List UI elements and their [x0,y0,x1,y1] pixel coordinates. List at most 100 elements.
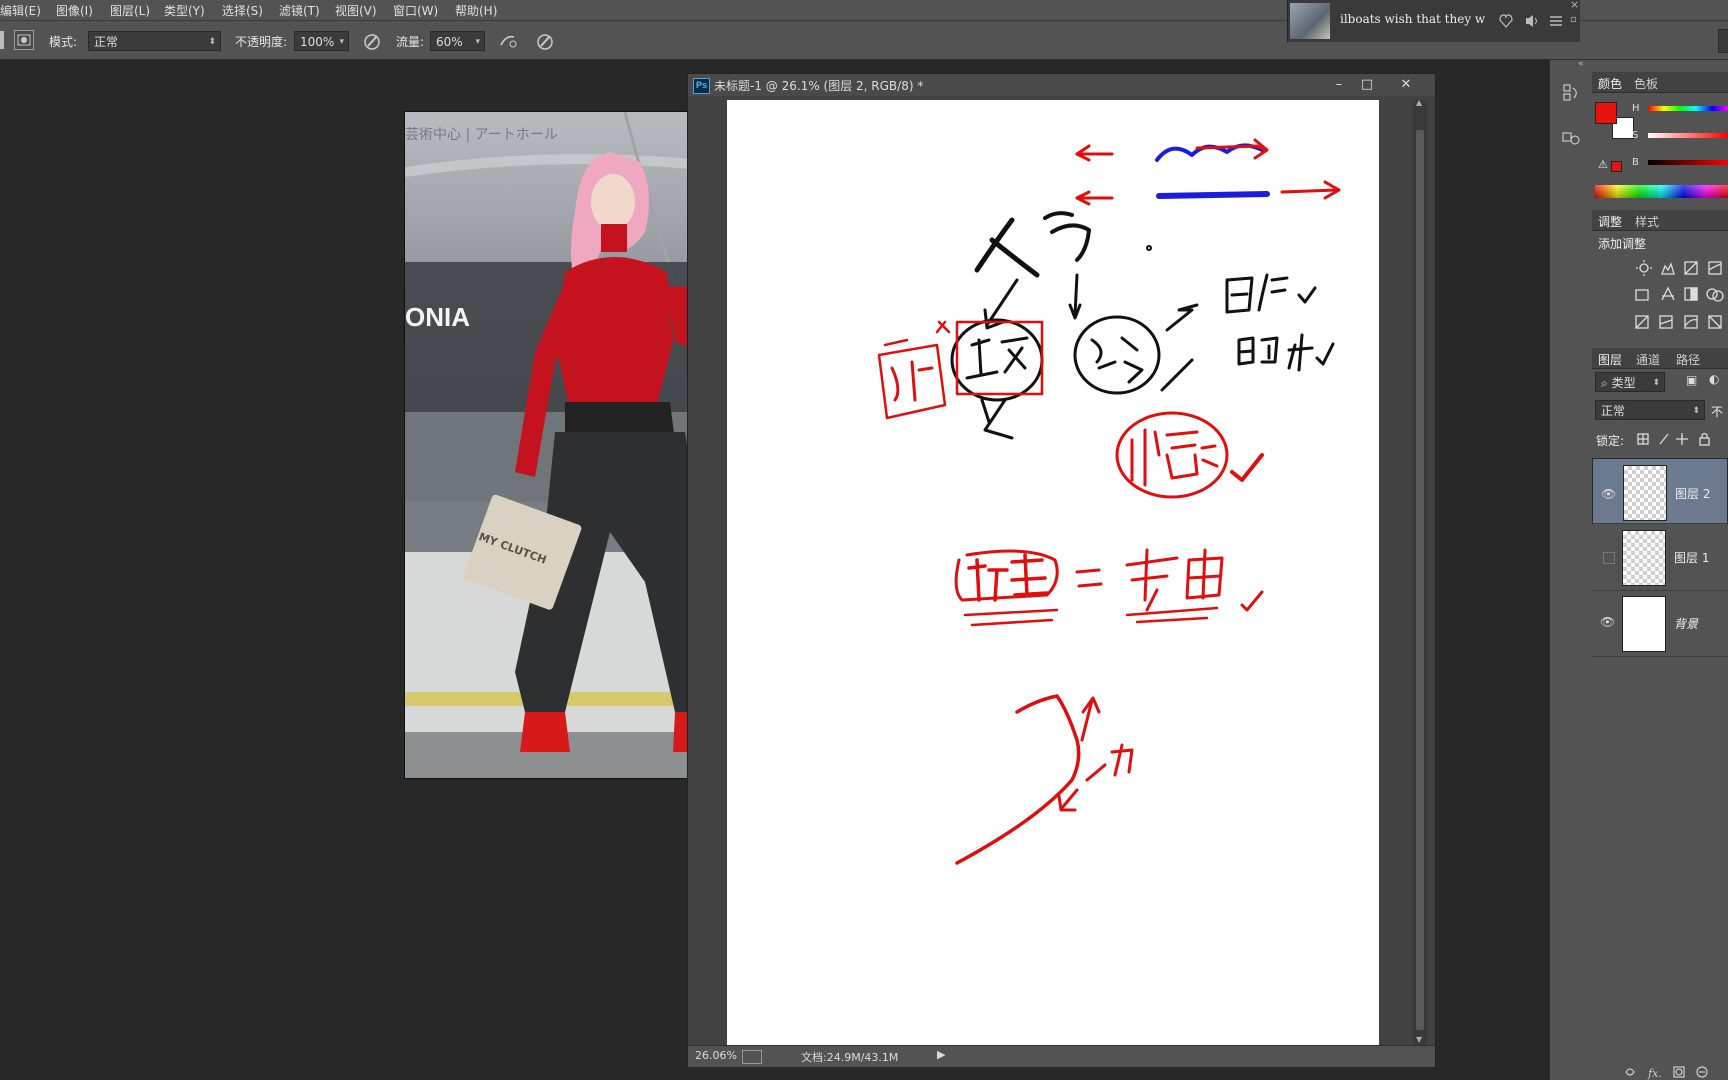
document-window: Ps 未标题-1 @ 26.1% (图层 2, RGB/8) * – □ ✕ ▲… [687,73,1436,1067]
player-controls [1499,14,1562,28]
adjustments-panel-tabs: 调整 样式 [1592,210,1728,231]
workspace-switcher[interactable] [1718,29,1728,53]
layer-name: 背景 [1674,617,1699,631]
pixel-filter-icon[interactable]: ▣ [1686,373,1697,387]
brightness-label: B [1632,157,1639,168]
building-sign-text: 芸術中心 | アートホール [405,127,558,143]
pressure-size-icon[interactable] [535,31,555,51]
visibility-toggle-off[interactable] [1603,552,1615,564]
opacity-value: 100% [300,35,335,49]
menu-layer[interactable]: 图层(L) [110,2,150,19]
mode-value: 正常 [94,35,119,49]
status-menu-arrow-icon[interactable]: ▶ [937,1048,945,1061]
dropdown-arrow-icon: ▾ [475,37,480,47]
layer-thumbnail [1622,530,1666,586]
adjustment-filter-icon[interactable]: ◐ [1709,372,1719,386]
foreground-color-swatch[interactable] [1595,102,1617,124]
document-title-bar[interactable]: Ps 未标题-1 @ 26.1% (图层 2, RGB/8) * – □ ✕ [688,74,1435,96]
brightness-slider[interactable] [1648,160,1728,165]
track-title: ilboats wish that they w [1340,12,1486,26]
search-icon: ⌕ [1601,376,1608,390]
tab-swatches[interactable]: 色板 [1634,75,1658,92]
svg-text:fx.: fx. [1647,1067,1662,1080]
brush-preset-icon[interactable] [14,30,34,50]
player-close-icon[interactable]: × [1570,0,1579,11]
pressure-opacity-icon[interactable] [362,31,382,51]
select-arrow-icon: ⬍ [208,37,216,47]
tab-paths[interactable]: 路径 [1676,351,1700,368]
layer-name: 图层 1 [1674,551,1710,565]
panel-icon-strip: « [1549,59,1593,1080]
tab-layers[interactable]: 图层 [1598,351,1622,368]
scroll-down-icon[interactable]: ▼ [1416,1035,1422,1044]
properties-panel-icon[interactable] [1560,128,1582,150]
saturation-label: S [1632,130,1639,141]
collapse-arrows-icon[interactable]: « [1578,59,1584,69]
scroll-thumb[interactable] [1416,130,1424,1030]
document-title: 未标题-1 @ 26.1% (图层 2, RGB/8) * [714,79,924,93]
gamut-warning-icon[interactable]: ⚠ [1598,158,1608,171]
flow-field[interactable]: 60% ▾ [430,31,485,51]
vertical-scrollbar[interactable]: ▲ ▼ [1413,98,1427,1045]
zoom-readout[interactable]: 26.06% [695,1049,737,1062]
menu-help[interactable]: 帮助(H) [455,2,497,19]
layer-opacity-label: 不 [1711,405,1724,419]
menu-window[interactable]: 窗口(W) [393,2,438,19]
airbrush-icon[interactable] [498,31,518,51]
layer-footer-icons: fx. [1625,1066,1708,1080]
layer-row[interactable]: 👁 图层 2 [1592,458,1728,524]
ps-badge: Ps [693,78,710,94]
menu-type[interactable]: 类型(Y) [164,2,205,19]
flow-value: 60% [436,35,463,49]
tab-styles[interactable]: 样式 [1635,213,1659,230]
history-panel-icon[interactable] [1560,82,1582,104]
maximize-icon[interactable]: □ [1354,76,1380,94]
saturation-slider[interactable] [1648,133,1728,138]
menu-edit[interactable]: 编辑(E) [0,2,41,19]
layer-row[interactable]: 👁 背景 [1592,590,1728,657]
lock-label: 锁定: [1596,434,1625,448]
drawing-canvas[interactable] [727,100,1379,1045]
adjustment-icons [1635,260,1724,329]
tab-color[interactable]: 颜色 [1598,75,1622,92]
hue-label: H [1632,103,1640,114]
blend-mode-value: 正常 [1601,404,1626,418]
minimize-icon[interactable]: – [1326,76,1352,94]
proof-icon[interactable] [742,1050,762,1064]
layers-panel-tabs: 图层 通道 路径 [1592,348,1728,369]
select-arrow-icon: ⬍ [1652,378,1660,388]
visibility-eye-icon[interactable]: 👁 [1601,484,1617,501]
layer-thumbnail [1622,596,1666,652]
select-arrow-icon: ⬍ [1692,406,1700,416]
layer-thumbnail [1623,465,1667,521]
menu-filter[interactable]: 滤镜(T) [279,2,320,19]
player-expand-icon[interactable]: ▫ [1570,14,1577,25]
layer-filter-select[interactable]: ⌕ 类型 ⬍ [1595,372,1665,392]
menu-image[interactable]: 图像(I) [56,2,93,19]
status-bar: 26.06% 文档:24.9M/43.1M ▶ [688,1045,1435,1067]
opacity-label: 不透明度: [235,35,288,49]
dropdown-arrow-icon: ▾ [339,37,344,47]
lock-icons [1637,432,1710,446]
tab-channels[interactable]: 通道 [1636,351,1660,368]
layer-name: 图层 2 [1675,487,1711,501]
visibility-eye-icon[interactable]: 👁 [1600,615,1616,629]
layer-filter-value: 类型 [1611,376,1636,390]
opacity-field[interactable]: 100% ▾ [294,31,349,51]
close-icon[interactable]: ✕ [1393,76,1419,94]
hue-slider[interactable] [1648,106,1728,111]
right-panels: 颜色 色板 H S B ⚠ 调整 样式 添加调整 图层 通道 路径 ⌕ 类型 ⬍… [1592,60,1728,1080]
layer-row[interactable]: 图层 1 [1592,524,1728,591]
tab-adjustments[interactable]: 调整 [1598,213,1622,230]
mode-label: 模式: [49,35,78,49]
blend-mode-select[interactable]: 正常 ⬍ [1595,400,1705,420]
color-ramp[interactable] [1595,185,1728,198]
scroll-up-icon[interactable]: ▲ [1416,98,1422,107]
gamut-swatch[interactable] [1611,161,1622,172]
sketch-annotations [877,138,1341,865]
menu-select[interactable]: 选择(S) [222,2,263,19]
mode-select[interactable]: 正常 ⬍ [88,31,221,51]
menu-view[interactable]: 视图(V) [335,2,377,19]
media-player: ilboats wish that they w × ▫ [1287,0,1580,42]
storefront-text: ONIA [405,302,470,332]
